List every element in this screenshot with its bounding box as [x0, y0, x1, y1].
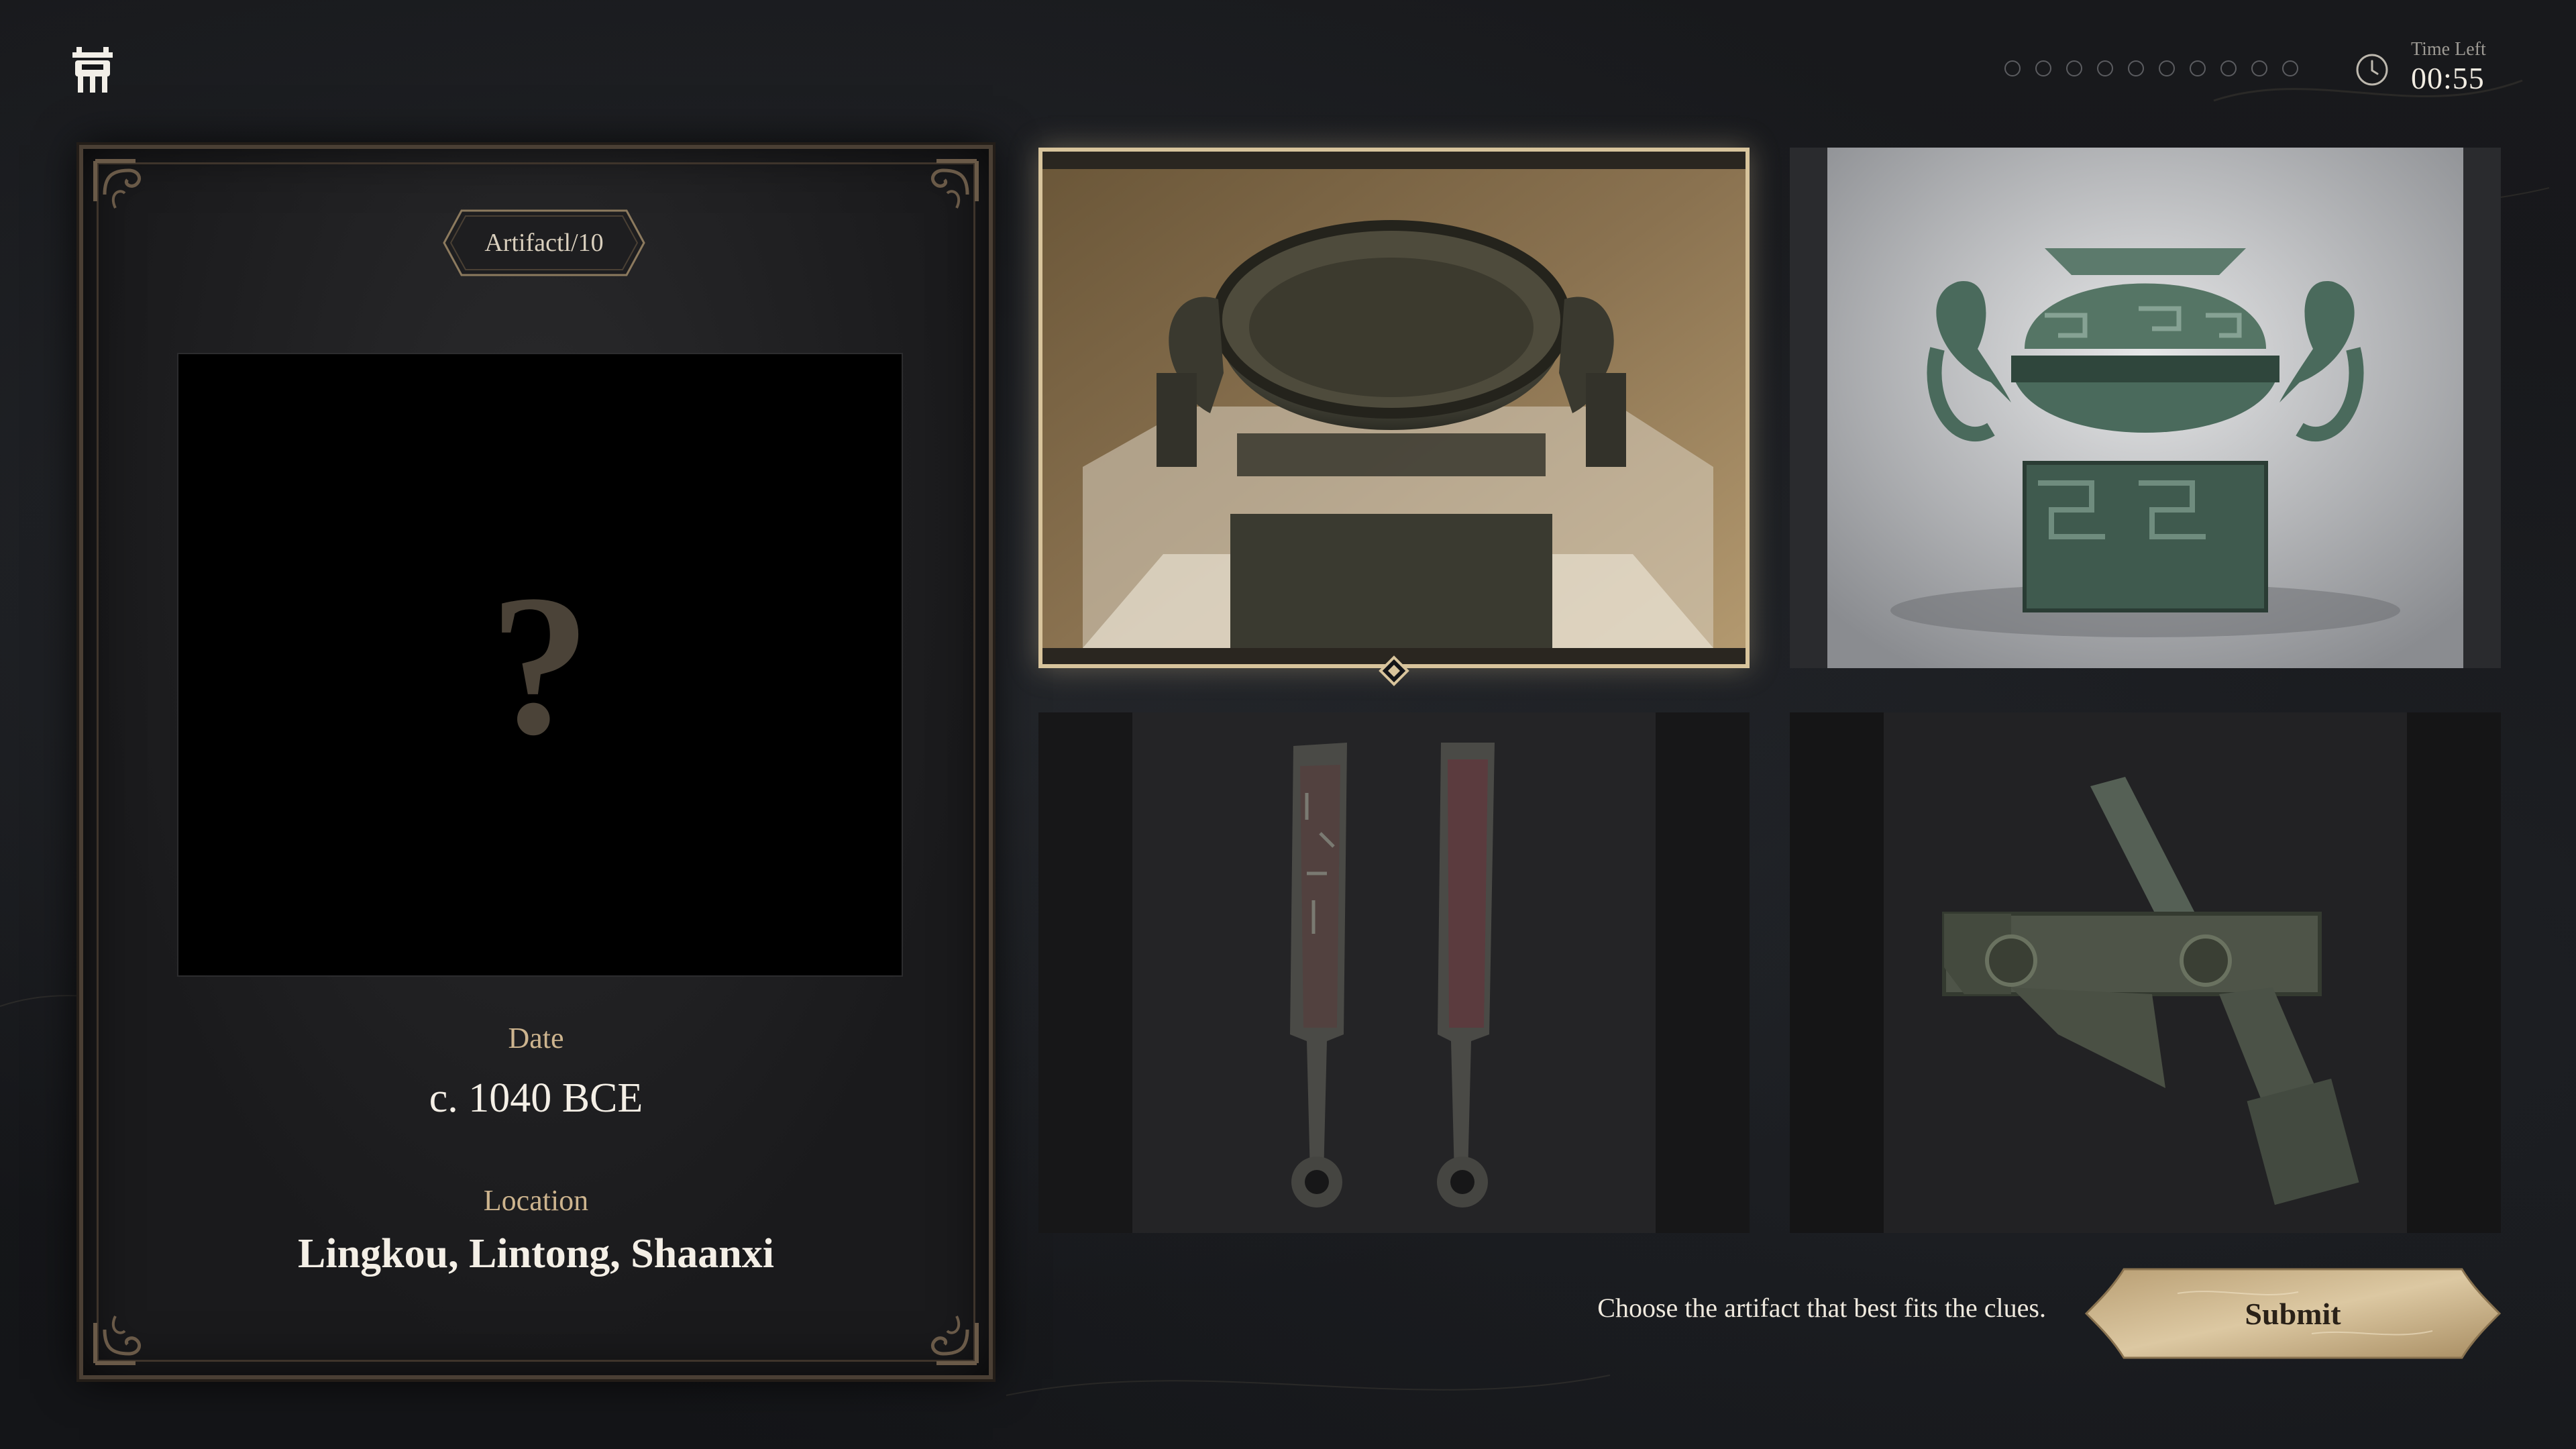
artifact-option-2[interactable]: [1790, 148, 2501, 668]
progress-dot: [2220, 60, 2237, 76]
progress-dot: [2159, 60, 2175, 76]
artifact-counter-badge: Artifactl/10: [441, 208, 647, 278]
corner-ornament-icon: [93, 159, 141, 209]
location-label: Location: [483, 1184, 589, 1217]
lidded-bronze-gui-image: [1790, 148, 2501, 668]
question-mark-icon: ?: [490, 553, 590, 776]
crossbow-trigger-image: [1790, 712, 2501, 1233]
date-label: Date: [508, 1022, 564, 1055]
bronze-knife-coins-image: [1038, 712, 1750, 1233]
artifact-option-1[interactable]: [1038, 148, 1750, 668]
submit-button[interactable]: Submit: [2084, 1267, 2502, 1360]
mystery-artifact-frame: ?: [177, 353, 903, 977]
instruction-text: Choose the artifact that best fits the c…: [1597, 1293, 2046, 1323]
progress-dot: [2282, 60, 2298, 76]
clock-icon: [2356, 54, 2388, 86]
location-value: Lingkou, Lintong, Shaanxi: [298, 1231, 774, 1277]
ding-logo-icon[interactable]: [70, 46, 115, 94]
selected-marker-icon: [1379, 655, 1409, 686]
progress-dot: [2004, 60, 2021, 76]
date-value: c. 1040 BCE: [429, 1075, 643, 1121]
progress-dot: [2035, 60, 2051, 76]
progress-dot: [2190, 60, 2206, 76]
bronze-gui-vessel-image: [1042, 152, 1746, 664]
game-screen: Time Left 00:55 Artifactl/10 ? Date c. 1…: [0, 0, 2576, 1449]
progress-indicator: [2004, 60, 2298, 78]
progress-dot: [2128, 60, 2144, 76]
artifact-counter: Artifactl/10: [484, 229, 604, 257]
progress-dot: [2066, 60, 2082, 76]
clue-card: Artifactl/10 ? Date c. 1040 BCE Location…: [79, 145, 993, 1379]
corner-ornament-icon: [931, 1316, 979, 1365]
timer-label: Time Left: [2411, 39, 2486, 60]
progress-dot: [2251, 60, 2267, 76]
corner-ornament-icon: [931, 159, 979, 209]
corner-ornament-icon: [93, 1316, 141, 1365]
artifact-option-3[interactable]: [1038, 712, 1750, 1233]
artifact-option-4[interactable]: [1790, 712, 2501, 1233]
timer-value: 00:55: [2411, 61, 2485, 95]
submit-label: Submit: [2245, 1296, 2341, 1331]
progress-dot: [2097, 60, 2113, 76]
